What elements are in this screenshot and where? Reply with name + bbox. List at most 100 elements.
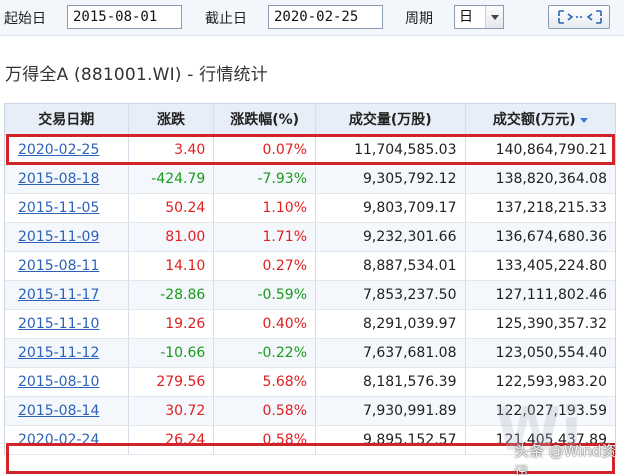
date-cell-text[interactable]: 2015-08-14 [18, 403, 99, 419]
change-cell-text: -10.66 [160, 345, 206, 361]
volume-cell: 8,181,576.39 [316, 368, 466, 396]
volume-cell-text: 8,181,576.39 [362, 374, 457, 390]
column-header-amount[interactable]: 成交额(万元) [466, 104, 616, 135]
volume-cell-text: 9,232,301.66 [362, 229, 457, 245]
column-header-change-pct[interactable]: 涨跌幅(%) [214, 104, 316, 135]
amount-cell: 137,218,215.33 [466, 194, 616, 222]
amount-cell-text: 136,674,680.36 [495, 229, 607, 245]
change-pct-cell-text: 5.68% [262, 374, 307, 390]
date-cell[interactable]: 2015-08-11 [5, 252, 129, 280]
amount-cell: 136,674,680.36 [466, 223, 616, 251]
change-pct-cell: 1.10% [214, 194, 316, 222]
period-label: 周期 [405, 11, 433, 27]
date-cell-text[interactable]: 2015-11-10 [18, 316, 99, 332]
change-cell-text: 3.40 [174, 142, 206, 158]
change-pct-cell-text: -0.59% [257, 287, 307, 303]
date-cell[interactable]: 2015-11-17 [5, 281, 129, 309]
date-cell-text[interactable]: 2015-11-17 [18, 287, 99, 303]
table-row[interactable]: 2015-11-09 81.00 1.71% 9,232,301.66 136,674,… [5, 223, 615, 252]
date-cell[interactable]: 2015-11-05 [5, 194, 129, 222]
amount-cell: 140,864,790.21 [466, 136, 616, 164]
change-cell-text: 19.26 [165, 316, 206, 332]
change-cell-text: 279.56 [156, 374, 206, 390]
amount-cell: 125,390,357.32 [466, 310, 616, 338]
column-header-change[interactable]: 涨跌 [129, 104, 215, 135]
change-cell-text: -28.86 [160, 287, 206, 303]
start-date-input[interactable]: 2015-08-01 [67, 5, 182, 29]
change-pct-cell-text: 0.58% [262, 403, 307, 419]
amount-cell: 127,111,802.46 [466, 281, 616, 309]
end-date-label: 截止日 [205, 11, 247, 27]
end-date-input[interactable]: 2020-02-25 [268, 5, 383, 29]
volume-cell: 11,704,585.03 [316, 136, 466, 164]
change-cell-text: 26.24 [165, 432, 206, 448]
volume-cell-text: 8,291,039.97 [362, 316, 457, 332]
date-cell[interactable]: 2020-02-25 [5, 136, 129, 164]
amount-cell: 138,820,364.08 [466, 165, 616, 193]
amount-cell-text: 140,864,790.21 [495, 142, 607, 158]
date-cell[interactable]: 2015-08-14 [5, 397, 129, 425]
date-cell[interactable]: 2015-08-18 [5, 165, 129, 193]
volume-cell: 7,853,237.50 [316, 281, 466, 309]
date-cell[interactable]: 2015-11-09 [5, 223, 129, 251]
date-cell-text[interactable]: 2015-08-11 [18, 258, 99, 274]
change-cell: 50.24 [129, 194, 215, 222]
date-cell[interactable]: 2015-11-12 [5, 339, 129, 367]
change-pct-cell-text: 0.27% [262, 258, 307, 274]
amount-cell-text: 133,405,224.80 [495, 258, 607, 274]
table-row[interactable]: 2015-08-18 -424.79 -7.93% 9,305,792.12 138,8… [5, 165, 615, 194]
column-header-date[interactable]: 交易日期 [5, 104, 129, 135]
date-cell-text[interactable]: 2020-02-24 [18, 432, 99, 448]
amount-cell-text: 122,593,983.20 [495, 374, 607, 390]
change-cell: -10.66 [129, 339, 215, 367]
statistics-table: 交易日期 涨跌 涨跌幅(%) 成交量(万股) 成交额(万元) 2020-02-2… [4, 103, 616, 455]
date-cell-text[interactable]: 2015-08-18 [18, 171, 99, 187]
table-row[interactable]: 2020-02-25 3.40 0.07% 11,704,585.03 140,864,… [5, 136, 615, 165]
date-cell[interactable]: 2020-02-24 [5, 426, 129, 454]
table-row[interactable]: 2020-02-24 26.24 0.58% 9,895,152.57 121,405,… [5, 426, 615, 455]
chevron-down-icon [485, 6, 503, 28]
table-row[interactable]: 2015-11-12 -10.66 -0.22% 7,637,681.08 123,05… [5, 339, 615, 368]
volume-cell-text: 7,853,237.50 [362, 287, 457, 303]
toolbar: 起始日 2015-08-01 截止日 2020-02-25 周期 日 [0, 0, 624, 36]
volume-cell-text: 7,930,991.89 [362, 403, 457, 419]
column-header-amount-label: 成交额(万元) [492, 112, 576, 128]
date-cell-text[interactable]: 2015-11-09 [18, 229, 99, 245]
change-pct-cell: 0.58% [214, 397, 316, 425]
column-header-volume[interactable]: 成交量(万股) [316, 104, 466, 135]
change-cell: 26.24 [129, 426, 215, 454]
date-cell[interactable]: 2015-08-10 [5, 368, 129, 396]
date-cell-text[interactable]: 2015-11-12 [18, 345, 99, 361]
change-cell: 19.26 [129, 310, 215, 338]
change-pct-cell-text: 1.71% [262, 229, 307, 245]
date-cell-text[interactable]: 2015-11-05 [18, 200, 99, 216]
table-row[interactable]: 2015-11-10 19.26 0.40% 8,291,039.97 125,390,… [5, 310, 615, 339]
page-title: 万得全A (881001.WI) - 行情统计 [5, 65, 268, 85]
volume-cell: 7,930,991.89 [316, 397, 466, 425]
change-cell-text: 81.00 [165, 229, 206, 245]
volume-cell-text: 9,895,152.57 [362, 432, 457, 448]
date-cell[interactable]: 2015-11-10 [5, 310, 129, 338]
volume-cell-text: 7,637,681.08 [362, 345, 457, 361]
change-cell-text: 14.10 [165, 258, 206, 274]
change-cell: -28.86 [129, 281, 215, 309]
change-pct-cell: 5.68% [214, 368, 316, 396]
expand-collapse-icon [558, 10, 602, 24]
table-row[interactable]: 2015-11-05 50.24 1.10% 9,803,709.17 137,218,… [5, 194, 615, 223]
period-select[interactable]: 日 [454, 5, 504, 29]
date-cell-text[interactable]: 2020-02-25 [18, 142, 99, 158]
amount-cell: 122,027,193.59 [466, 397, 616, 425]
change-pct-cell-text: 0.40% [262, 316, 307, 332]
table-row[interactable]: 2015-08-10 279.56 5.68% 8,181,576.39 122,593… [5, 368, 615, 397]
table-row[interactable]: 2015-08-11 14.10 0.27% 8,887,534.01 133,405,… [5, 252, 615, 281]
volume-cell-text: 11,704,585.03 [354, 142, 457, 158]
change-cell-text: 50.24 [165, 200, 206, 216]
volume-cell: 9,305,792.12 [316, 165, 466, 193]
date-cell-text[interactable]: 2015-08-10 [18, 374, 99, 390]
table-row[interactable]: 2015-08-14 30.72 0.58% 7,930,991.89 122,027,… [5, 397, 615, 426]
amount-cell-text: 125,390,357.32 [495, 316, 607, 332]
amount-cell-text: 138,820,364.08 [495, 171, 607, 187]
toggle-view-button[interactable] [548, 5, 610, 29]
table-row[interactable]: 2015-11-17 -28.86 -0.59% 7,853,237.50 127,11… [5, 281, 615, 310]
volume-cell-text: 9,803,709.17 [362, 200, 457, 216]
